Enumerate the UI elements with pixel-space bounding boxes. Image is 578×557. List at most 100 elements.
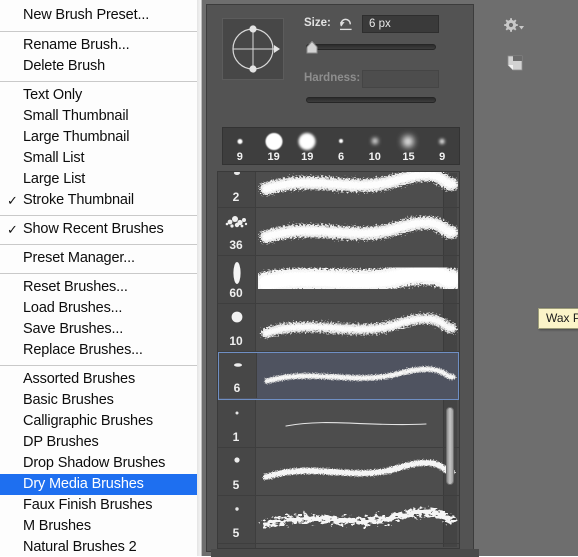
recent-brush-size: 9 [236, 151, 243, 163]
menu-item-drop-shadow-brushes[interactable]: Drop Shadow Brushes [0, 453, 201, 474]
menu-item-new-brush-preset[interactable]: New Brush Preset... [0, 0, 201, 27]
menu-item-list: New Brush Preset... Rename Brush... Delete… [0, 0, 201, 556]
menu-item-label: Text Only [23, 87, 83, 103]
brush-list-row[interactable]: 6 [218, 352, 459, 400]
recent-brush-3[interactable]: 19 [290, 128, 324, 164]
reset-arrow-icon[interactable] [338, 16, 354, 32]
brush-list-row[interactable]: 5 [218, 496, 459, 544]
brush-stroke-thumbnail [258, 172, 458, 207]
menu-item-preset-manager[interactable]: Preset Manager... [0, 248, 201, 269]
menu-item-reset-brushes[interactable]: Reset Brushes... [0, 277, 201, 298]
recent-brush-2[interactable]: 19 [257, 128, 291, 164]
brush-tip-cell: 10 [218, 304, 256, 351]
recent-brush-thumbnail [402, 135, 414, 147]
panel-body: Size: 6 px Hardness: 9 19 19 6 10 15 9 2… [206, 4, 524, 557]
menu-scrollbar[interactable] [197, 0, 201, 556]
menu-item-show-recent-brushes[interactable]: ✓ Show Recent Brushes [0, 219, 201, 240]
hardness-slider-track [306, 97, 436, 103]
menu-item-label: M Brushes [23, 518, 91, 534]
menu-item-label: Rename Brush... [23, 37, 130, 53]
menu-item-save-brushes[interactable]: Save Brushes... [0, 319, 201, 340]
menu-separator [0, 365, 201, 366]
size-slider-track[interactable] [306, 44, 436, 50]
menu-item-dry-media-brushes[interactable]: Dry Media Brushes [0, 474, 201, 495]
recent-brush-7[interactable]: 9 [425, 128, 459, 164]
brush-list-row[interactable]: 60 [218, 256, 459, 304]
brush-list-row[interactable]: 5 [218, 448, 459, 496]
brush-preset-picker-panel: Size: 6 px Hardness: 9 19 19 6 10 15 9 2… [202, 0, 578, 557]
brush-stroke-thumbnail [258, 448, 458, 495]
menu-item-label: Save Brushes... [23, 321, 124, 337]
menu-item-small-list[interactable]: Small List [0, 148, 201, 169]
recent-brush-6[interactable]: 15 [392, 128, 426, 164]
brush-settings-area: Size: 6 px Hardness: [207, 5, 524, 111]
menu-separator [0, 273, 201, 274]
menu-item-label: Assorted Brushes [23, 371, 136, 387]
round-soft-icon [224, 309, 250, 330]
speck-icon [224, 172, 250, 184]
menu-item-label: Natural Brushes 2 [23, 539, 137, 555]
menu-item-label: Show Recent Brushes [23, 221, 164, 237]
menu-item-large-list[interactable]: Large List [0, 169, 201, 190]
brush-list-row[interactable]: 1 [218, 400, 459, 448]
menu-item-basic-brushes[interactable]: Basic Brushes [0, 390, 201, 411]
brush-size-label: 5 [232, 478, 240, 492]
brush-size-label: 60 [229, 286, 243, 300]
brush-tip-cell: 36 [218, 208, 256, 255]
menu-item-faux-finish-brushes[interactable]: Faux Finish Brushes [0, 495, 201, 516]
menu-item-large-thumbnail[interactable]: Large Thumbnail [0, 127, 201, 148]
brush-list-row[interactable]: 10 [218, 304, 459, 352]
brush-list-rows: 2 36 60 10 6 1 5 5 [218, 172, 459, 548]
size-slider-handle[interactable] [306, 40, 318, 54]
menu-item-label: Dry Media Brushes [23, 476, 144, 492]
gear-menu-icon[interactable] [503, 18, 525, 34]
recent-brush-5[interactable]: 10 [358, 128, 392, 164]
brush-tip-cell: 5 [218, 448, 256, 495]
menu-item-assorted-brushes[interactable]: Assorted Brushes [0, 369, 201, 390]
size-label: Size: [304, 17, 331, 29]
menu-item-calligraphic-brushes[interactable]: Calligraphic Brushes [0, 411, 201, 432]
brush-list-row[interactable]: 36 [218, 208, 459, 256]
menu-item-label: Replace Brushes... [23, 342, 143, 358]
brush-size-label: 10 [229, 334, 243, 348]
recent-brush-thumbnail [339, 139, 344, 143]
brush-tip-cell: 2 [218, 172, 256, 207]
brush-tip-cell: 6 [219, 353, 257, 398]
menu-item-label: Large List [23, 171, 86, 187]
menu-item-label: Small Thumbnail [23, 108, 129, 124]
menu-item-load-brushes[interactable]: Load Brushes... [0, 298, 201, 319]
recent-brush-4[interactable]: 6 [324, 128, 358, 164]
menu-item-dp-brushes[interactable]: DP Brushes [0, 432, 201, 453]
menu-item-small-thumbnail[interactable]: Small Thumbnail [0, 106, 201, 127]
menu-item-stroke-thumbnail[interactable]: ✓ Stroke Thumbnail [0, 190, 201, 211]
menu-item-m-brushes[interactable]: M Brushes [0, 516, 201, 537]
menu-separator [0, 81, 201, 82]
menu-item-label: Drop Shadow Brushes [23, 455, 166, 471]
menu-item-label: Large Thumbnail [23, 129, 130, 145]
recent-brush-thumbnail [439, 138, 445, 144]
brush-list-scrollbar-thumb[interactable] [446, 407, 454, 485]
recent-brush-1[interactable]: 9 [223, 128, 257, 164]
checkmark-icon: ✓ [7, 193, 18, 208]
menu-item-label: Reset Brushes... [23, 279, 128, 295]
new-preset-icon[interactable] [506, 54, 524, 72]
menu-item-replace-brushes[interactable]: Replace Brushes... [0, 340, 201, 361]
brush-angle-roundness-preview[interactable] [222, 18, 284, 80]
menu-item-delete-brush[interactable]: Delete Brush [0, 56, 201, 77]
menu-item-label: Small List [23, 150, 85, 166]
recent-brush-thumbnail [298, 132, 316, 150]
menu-item-text-only[interactable]: Text Only [0, 85, 201, 106]
recent-brush-size: 9 [439, 151, 446, 163]
brush-size-label: 1 [232, 430, 240, 444]
brush-preset-list[interactable]: 2 36 60 10 6 1 5 5 [217, 171, 460, 549]
brush-preset-context-menu: New Brush Preset... Rename Brush... Delete… [0, 0, 202, 556]
menu-item-label: Faux Finish Brushes [23, 497, 153, 513]
menu-item-rename-brush[interactable]: Rename Brush... [0, 35, 201, 56]
menu-item-natural-brushes-2[interactable]: Natural Brushes 2 [0, 537, 201, 556]
tiny-dot-icon [224, 405, 250, 423]
brush-stroke-thumbnail [259, 353, 459, 400]
size-input[interactable]: 6 px [362, 15, 439, 33]
brush-tip-cell: 1 [218, 400, 256, 447]
menu-separator [0, 244, 201, 245]
brush-list-row[interactable]: 2 [218, 172, 459, 208]
